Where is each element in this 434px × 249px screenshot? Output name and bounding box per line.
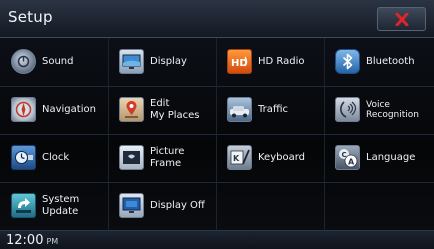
picture-frame-button[interactable]: Picture Frame [108,134,216,182]
close-icon [395,13,409,26]
hd-radio-label: HD Radio [258,56,305,67]
close-button[interactable] [377,7,426,31]
edit-my-places-button[interactable]: Edit My Places [108,86,216,134]
display-off-icon [119,193,144,218]
edit-my-places-label: Edit My Places [150,98,200,121]
language-icon: CA [335,145,360,170]
system-update-label: System Update [42,194,80,217]
bluetooth-icon [335,49,360,74]
traffic-label: Traffic [258,104,289,115]
voice-recognition-button[interactable]: Voice Recognition [324,86,432,134]
hd-radio-icon: HD [227,49,252,74]
system-update-icon [11,193,36,218]
svg-text:K: K [233,154,240,163]
hd-radio-button[interactable]: HD HD Radio [216,38,324,86]
picture-frame-icon [119,145,144,170]
voice-recognition-label: Voice Recognition [366,100,419,120]
system-update-button[interactable]: System Update [0,182,108,230]
display-off-label: Display Off [150,200,205,211]
keyboard-label: Keyboard [258,152,306,163]
language-label: Language [366,152,416,163]
setup-screen: Setup Sound Display HD HD Radio Bluetoot… [0,0,434,249]
time-value: 12:00 [6,233,44,248]
title-bar: Setup [0,0,434,38]
sound-label: Sound [42,56,74,67]
ampm-value: PM [46,237,59,246]
voice-recognition-icon [335,97,360,122]
display-label: Display [150,56,187,67]
traffic-icon [227,97,252,122]
sound-button[interactable]: Sound [0,38,108,86]
svg-text:A: A [348,158,355,167]
my-places-icon [119,97,144,122]
display-button[interactable]: Display [108,38,216,86]
clock-display[interactable]: 12:00 PM [6,233,58,248]
sound-icon [11,49,36,74]
navigation-label: Navigation [42,104,96,115]
bluetooth-button[interactable]: Bluetooth [324,38,432,86]
traffic-button[interactable]: Traffic [216,86,324,134]
bluetooth-label: Bluetooth [366,56,415,67]
navigation-icon [11,97,36,122]
picture-frame-label: Picture Frame [150,146,185,169]
display-off-button[interactable]: Display Off [108,182,216,230]
clock-label: Clock [42,152,70,163]
clock-button[interactable]: Clock [0,134,108,182]
display-icon [119,49,144,74]
navigation-button[interactable]: Navigation [0,86,108,134]
setup-menu-grid: Sound Display HD HD Radio Bluetooth Navi… [0,38,434,230]
language-button[interactable]: CA Language [324,134,432,182]
page-title: Setup [8,8,53,26]
svg-text:HD: HD [231,58,248,69]
clock-icon [11,145,36,170]
keyboard-button[interactable]: K Keyboard [216,134,324,182]
status-bar: 12:00 PM [0,230,434,249]
keyboard-icon: K [227,145,252,170]
